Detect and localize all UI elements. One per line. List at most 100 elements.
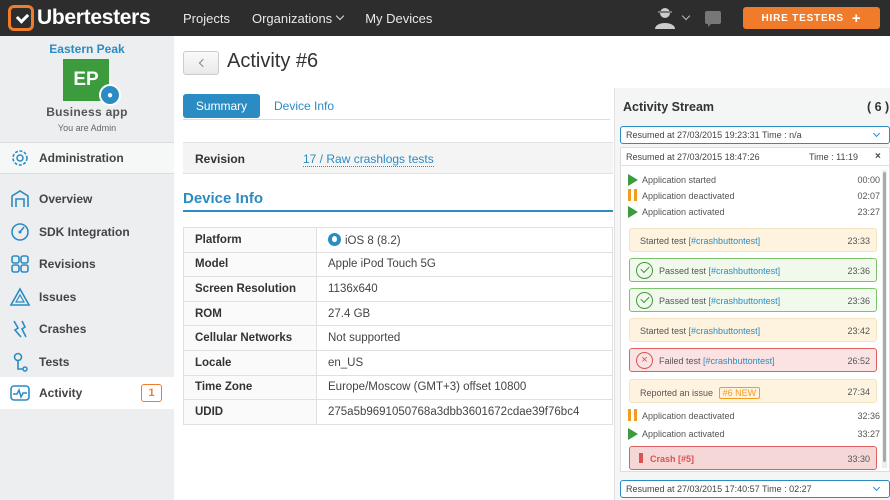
check-circle-icon <box>636 292 653 309</box>
user-icon[interactable] <box>652 6 678 30</box>
sidebar-item-crashes[interactable]: Crashes <box>0 313 174 345</box>
play-icon <box>628 174 638 186</box>
crash-icon <box>639 453 643 463</box>
test-link[interactable]: [#crashbuttontest] <box>709 266 781 276</box>
test-link[interactable]: [#crashbuttontest] <box>689 236 761 246</box>
test-link[interactable]: [#crashbuttontest] <box>689 326 761 336</box>
card-prefix: Reported an issue <box>640 388 714 398</box>
sidebar: Eastern Peak EP ● Business app You are A… <box>0 36 174 500</box>
sidebar-item-revisions[interactable]: Revisions <box>0 248 174 280</box>
event-time: 33:30 <box>847 454 870 464</box>
pause-icon <box>628 409 638 421</box>
close-icon[interactable]: × <box>875 151 881 162</box>
test-link[interactable]: [#crashbuttontest] <box>709 296 781 306</box>
pause-icon <box>628 189 638 201</box>
nav-organizations[interactable]: Organizations <box>252 11 345 26</box>
info-value: Not supported <box>316 325 613 351</box>
event-time: 00:00 <box>857 175 880 185</box>
sidebar-item-overview[interactable]: Overview <box>0 183 174 215</box>
event-time: 23:36 <box>847 266 870 276</box>
scrollbar-thumb[interactable] <box>883 172 886 462</box>
apple-icon <box>328 232 341 246</box>
sidebar-item-label: Overview <box>39 192 93 206</box>
activity-count-badge: 1 <box>141 384 162 402</box>
event-text: Application deactivated <box>642 191 735 201</box>
user-role: You are Admin <box>57 123 117 133</box>
divider <box>183 210 613 212</box>
top-bar: Ubertesters Projects Organizations My De… <box>0 0 890 36</box>
back-button[interactable] <box>183 51 219 75</box>
plus-icon: + <box>851 9 862 27</box>
table-row: Screen Resolution 1136x640 <box>183 276 613 302</box>
sidebar-item-activity[interactable]: Activity 1 <box>0 377 174 409</box>
stream-title: Activity Stream <box>623 100 715 114</box>
chevron-down-icon <box>872 483 881 492</box>
info-key: Platform <box>183 227 317 253</box>
tab-summary[interactable]: Summary <box>183 94 260 118</box>
event-text: Application deactivated <box>642 411 735 421</box>
device-info-table: Platform iOS 8 (8.2) Model Apple iPod Touc… <box>183 227 613 425</box>
activity-stream-panel: Activity Stream ( 6 ) Resumed at 27/03/2… <box>614 88 890 500</box>
logo[interactable]: Ubertesters <box>8 4 151 32</box>
card-text: Started test [#crashbuttontest] <box>640 326 760 336</box>
play-icon <box>628 206 638 218</box>
card-text: Passed test [#crashbuttontest] <box>659 296 780 306</box>
card-text: Reported an issue #6 NEW <box>640 387 761 399</box>
event-time: 23:42 <box>847 326 870 336</box>
sidebar-item-label: Tests <box>39 355 70 369</box>
session-summary: Resumed at 27/03/2015 17:40:57 Time : 02… <box>626 484 812 494</box>
platform-value: iOS 8 (8.2) <box>345 234 401 247</box>
test-link[interactable]: [#crashbuttontest] <box>703 356 775 366</box>
test-started-card: Started test [#crashbuttontest] 23:33 <box>629 228 877 252</box>
chevron-down-icon <box>335 11 345 21</box>
chevron-down-icon <box>872 129 881 138</box>
stream-count: ( 6 ) <box>867 100 890 114</box>
nav-projects[interactable]: Projects <box>183 11 230 26</box>
session-toggle-top[interactable]: Resumed at 27/03/2015 19:23:31 Time : n/… <box>620 126 890 144</box>
test-passed-card: Passed test [#crashbuttontest] 23:36 <box>629 258 877 282</box>
info-key: Locale <box>183 349 317 376</box>
info-value: 1136x640 <box>316 276 613 302</box>
event-text: Application activated <box>642 207 725 217</box>
table-row: Locale en_US <box>183 349 613 376</box>
table-row: Model Apple iPod Touch 5G <box>183 251 613 278</box>
sidebar-item-tests[interactable]: Tests <box>0 346 174 378</box>
warning-icon <box>9 286 31 308</box>
card-prefix: Started test <box>640 326 687 336</box>
crash-link[interactable]: Crash [#5] <box>650 454 694 464</box>
nav-projects-label: Projects <box>183 10 230 26</box>
sidebar-item-sdk-integration[interactable]: SDK Integration <box>0 216 174 248</box>
event-time: 27:34 <box>847 387 870 397</box>
nav-my-devices[interactable]: My Devices <box>365 11 432 26</box>
org-name[interactable]: Eastern Peak <box>0 42 174 56</box>
session-toggle-bottom[interactable]: Resumed at 27/03/2015 17:40:57 Time : 02… <box>620 480 890 498</box>
test-passed-card: Passed test [#crashbuttontest] 23:36 <box>629 288 877 312</box>
tab-device-info[interactable]: Device Info <box>274 99 334 113</box>
logo-text: Ubertesters <box>37 6 151 29</box>
info-value: iOS 8 (8.2) <box>316 227 613 253</box>
info-key: ROM <box>183 300 317 327</box>
chevron-down-icon[interactable] <box>681 11 691 21</box>
info-key: Time Zone <box>183 374 317 401</box>
session-summary: Resumed at 27/03/2015 19:23:31 Time : n/… <box>626 130 802 140</box>
session-time: Time : 11:19 <box>809 152 859 162</box>
section-title: Device Info <box>183 190 264 207</box>
chat-icon[interactable] <box>705 11 721 27</box>
tab-bar: Summary Device Info <box>183 94 610 120</box>
test-failed-card: × Failed test [#crashbuttontest] 26:52 <box>629 348 877 372</box>
issue-badge[interactable]: #6 NEW <box>718 387 761 399</box>
sidebar-item-administration[interactable]: Administration <box>0 142 174 174</box>
table-row: Cellular Networks Not supported <box>183 325 613 351</box>
info-key: UDID <box>183 399 317 425</box>
revision-link[interactable]: 17 / Raw crashlogs tests <box>303 152 434 167</box>
info-value: Europe/Moscow (GMT+3) offset 10800 <box>316 374 613 401</box>
session-label: Resumed at 27/03/2015 18:47:26 <box>626 152 760 162</box>
hire-testers-button[interactable]: HIRE TESTERS + <box>743 7 880 29</box>
card-prefix: Passed test <box>659 266 707 276</box>
revision-row: Revision 17 / Raw crashlogs tests <box>183 142 613 174</box>
info-key: Screen Resolution <box>183 276 317 302</box>
crash-icon <box>9 318 31 340</box>
sidebar-item-issues[interactable]: Issues <box>0 281 174 313</box>
sidebar-item-label: Issues <box>39 290 77 304</box>
activity-icon <box>9 382 31 404</box>
